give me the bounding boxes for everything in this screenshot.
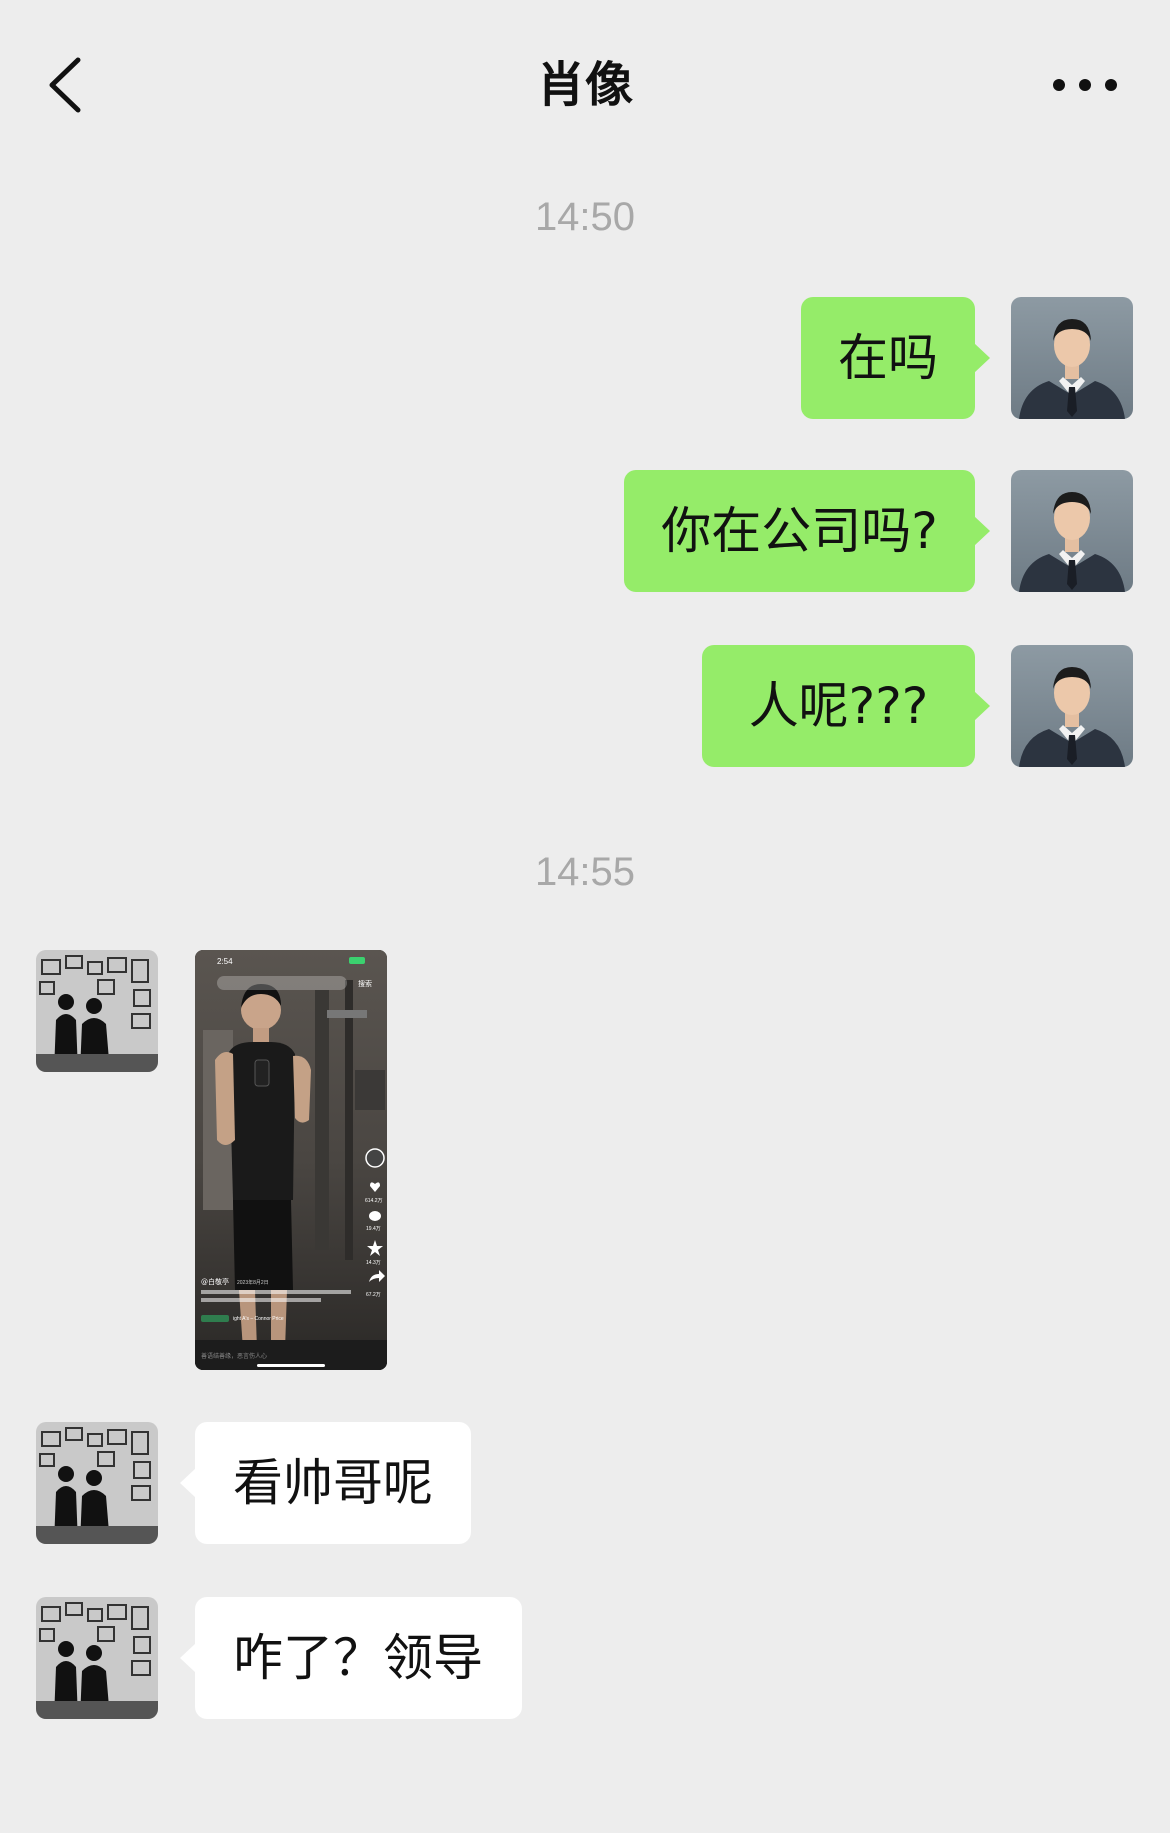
timestamp: 14:50	[534, 195, 636, 239]
my-avatar[interactable]	[1011, 645, 1133, 767]
likes-count: 614.2万	[365, 1198, 383, 1204]
author-name: @白敬亭	[201, 1277, 229, 1286]
page-title: 肖像	[536, 57, 633, 113]
outgoing-message-bubble[interactable]: 在吗	[801, 297, 990, 419]
contact-avatar[interactable]	[36, 950, 158, 1072]
comments-count: 19.4万	[366, 1226, 381, 1232]
post-date: 2023年8月2日	[237, 1279, 269, 1286]
contact-avatar[interactable]	[36, 1597, 158, 1719]
more-dots-icon	[1053, 79, 1117, 91]
chat-header: 肖像	[0, 0, 1170, 170]
my-avatar[interactable]	[1011, 297, 1133, 419]
search-label: 搜索	[358, 979, 372, 988]
incoming-message-bubble[interactable]: 看帅哥呢	[180, 1422, 471, 1544]
music-title: ight A's – Connor Price	[233, 1316, 284, 1322]
outgoing-message-bubble[interactable]: 你在公司吗?	[624, 470, 990, 592]
timestamp: 14:55	[534, 850, 636, 894]
contact-avatar[interactable]	[36, 1422, 158, 1544]
status-time: 2:54	[217, 957, 233, 966]
my-avatar[interactable]	[1011, 470, 1133, 592]
video-screenshot-image: 2:54 搜索 614.2万 19.4万 14.3万 67.2万 @白敬亭 20…	[195, 950, 387, 1370]
outgoing-message-bubble[interactable]: 人呢???	[702, 645, 990, 767]
more-button[interactable]	[1050, 62, 1120, 108]
comment-placeholder: 善语结善缘，恶言伤人心	[201, 1352, 267, 1360]
favorites-count: 14.3万	[366, 1260, 381, 1266]
image-message[interactable]: 2:54 搜索 614.2万 19.4万 14.3万 67.2万 @白敬亭 20…	[195, 950, 387, 1370]
shares-count: 67.2万	[366, 1292, 381, 1298]
incoming-message-bubble[interactable]: 咋了？领导	[180, 1597, 522, 1719]
